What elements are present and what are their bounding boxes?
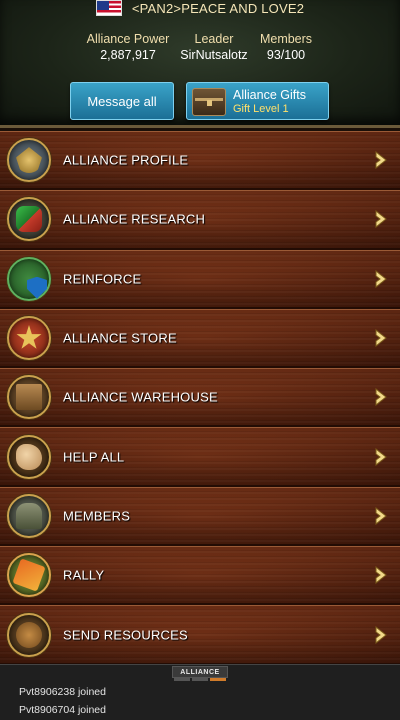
leader-stat: Leader SirNutsalotz (168, 32, 260, 62)
menu-item-alliance-research[interactable]: ALLIANCE RESEARCH (0, 190, 400, 250)
menu-item-members[interactable]: MEMBERS (0, 486, 400, 547)
gift-level-label: Gift Level 1 (233, 103, 289, 115)
alliance-menu: ALLIANCE PROFILE ALLIANCE RESEARCH REINF… (0, 131, 400, 665)
eagle-emblem-icon (7, 138, 51, 183)
menu-item-label: RALLY (63, 567, 105, 583)
chat-tab-indicator-segment (192, 678, 208, 681)
alliance-gifts-title: Alliance Gifts (233, 88, 306, 102)
chat-message: Pvt8906704 joined (19, 704, 106, 716)
chat-tab-indicator-segment (174, 678, 190, 681)
soldier-icon (7, 493, 51, 538)
alliance-stats: Alliance Power 2,887,917 Leader SirNutsa… (0, 32, 400, 72)
members-label: Members (259, 32, 313, 46)
message-all-button[interactable]: Message all (70, 82, 174, 120)
chevron-right-icon (375, 447, 387, 466)
shield-plus-icon (7, 256, 51, 301)
menu-item-alliance-store[interactable]: ALLIANCE STORE (0, 308, 400, 369)
alliance-name: <PAN2>PEACE AND LOVE2 (131, 0, 305, 16)
menu-item-label: SEND RESOURCES (63, 627, 188, 643)
chevron-right-icon (375, 269, 387, 288)
alliance-power-value: 2,887,917 (100, 48, 156, 62)
members-value: 93/100 (266, 48, 306, 62)
menu-item-reinforce[interactable]: REINFORCE (0, 249, 400, 309)
map-flag-icon (7, 553, 51, 598)
chevron-right-icon (375, 388, 387, 407)
chat-tab-indicator (174, 678, 226, 681)
menu-item-label: ALLIANCE PROFILE (63, 152, 189, 168)
alliance-power-label: Alliance Power (86, 32, 170, 46)
chevron-right-icon (375, 210, 387, 229)
star-badge-icon (7, 316, 51, 361)
members-stat: Members 93/100 (254, 32, 318, 62)
alliance-title-row: <PAN2>PEACE AND LOVE2 (0, 0, 400, 20)
menu-item-help-all[interactable]: HELP ALL (0, 427, 400, 487)
chat-tab-alliance[interactable]: ALLIANCE (172, 666, 228, 678)
chat-message: Pvt8906238 joined (19, 686, 106, 698)
research-flask-icon (7, 197, 51, 242)
menu-item-alliance-profile[interactable]: ALLIANCE PROFILE (0, 131, 400, 191)
us-flag-icon (95, 0, 122, 16)
chat-tab-indicator-active (210, 678, 226, 681)
chevron-right-icon (375, 329, 387, 348)
menu-item-label: MEMBERS (63, 508, 131, 524)
menu-item-label: ALLIANCE WAREHOUSE (63, 389, 218, 405)
menu-item-send-resources[interactable]: SEND RESOURCES (0, 605, 400, 665)
alliance-header: <PAN2>PEACE AND LOVE2 Alliance Power 2,8… (0, 0, 400, 128)
menu-item-rally[interactable]: RALLY (0, 546, 400, 606)
alliance-power-stat: Alliance Power 2,887,917 (84, 32, 172, 62)
menu-item-label: REINFORCE (63, 271, 142, 287)
menu-item-alliance-warehouse[interactable]: ALLIANCE WAREHOUSE (0, 368, 400, 428)
leader-value: SirNutsalotz (180, 48, 248, 62)
treasure-chest-icon (192, 88, 226, 116)
leader-label: Leader (194, 32, 234, 46)
chevron-right-icon (375, 625, 387, 644)
handshake-icon (7, 434, 51, 479)
crates-icon (7, 375, 51, 420)
menu-item-label: ALLIANCE RESEARCH (63, 211, 206, 227)
chevron-right-icon (375, 566, 387, 585)
chevron-right-icon (375, 151, 387, 170)
alliance-gifts-button[interactable]: Alliance Gifts Gift Level 1 (186, 82, 329, 120)
menu-item-label: ALLIANCE STORE (63, 330, 177, 346)
chevron-right-icon (375, 506, 387, 525)
chat-panel[interactable]: ALLIANCE Pvt8906238 joined Pvt8906704 jo… (0, 664, 400, 720)
wagon-icon (7, 612, 51, 657)
menu-item-label: HELP ALL (63, 449, 125, 465)
